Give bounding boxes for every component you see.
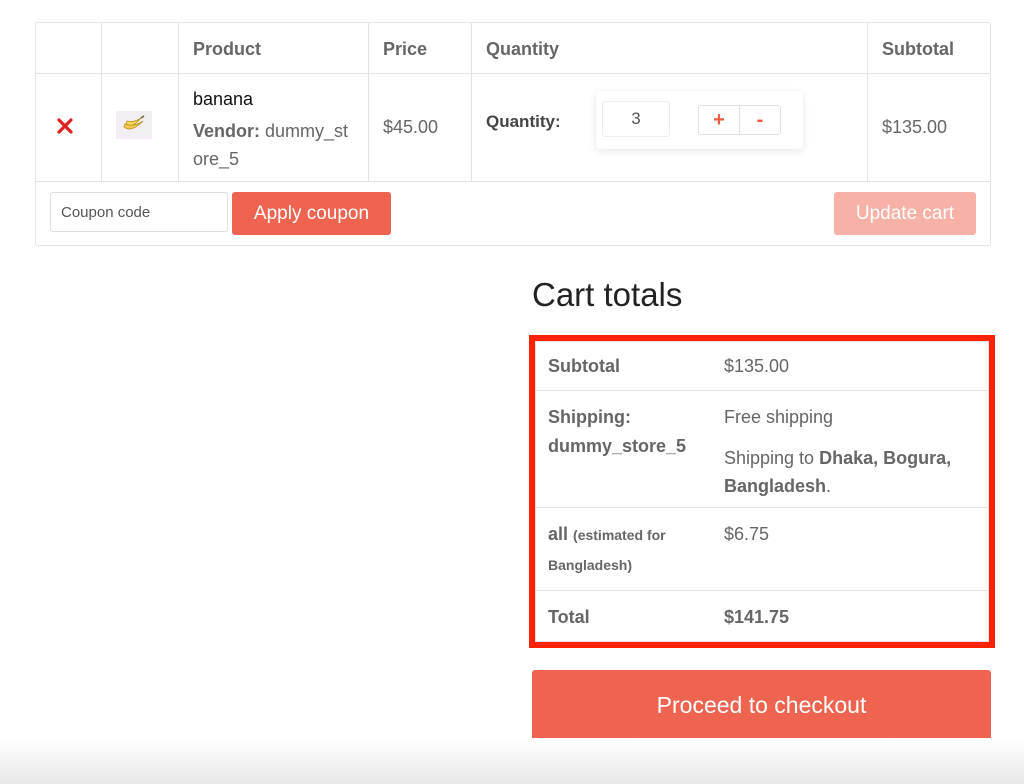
column-divider — [101, 23, 102, 181]
column-divider — [867, 23, 868, 181]
quantity-input[interactable]: 3 — [602, 101, 670, 137]
subtotal-label: Subtotal — [548, 356, 620, 376]
row-divider — [536, 507, 988, 508]
product-price: $45.00 — [383, 117, 439, 137]
shipping-vendor: dummy_store_5 — [548, 436, 687, 456]
bottom-edge-shadow — [0, 738, 1024, 784]
tax-note-country: Bangladesh) — [548, 557, 633, 573]
row-divider — [36, 181, 990, 182]
shipping-method: Free shipping — [724, 407, 834, 427]
product-vendor: Vendor: dummy_store_5 — [193, 117, 358, 173]
header-price: Price — [383, 39, 428, 59]
proceed-to-checkout-button[interactable]: Proceed to checkout — [532, 670, 991, 740]
product-name-link[interactable]: banana — [193, 89, 253, 110]
shipping-to-suffix: . — [826, 476, 832, 496]
vendor-label: Vendor: — [193, 121, 261, 141]
banana-icon[interactable] — [116, 111, 152, 139]
coupon-code-input[interactable]: Coupon code — [50, 192, 228, 232]
quantity-minus-button[interactable]: - — [739, 105, 781, 135]
column-divider — [178, 23, 179, 181]
header-product: Product — [193, 39, 262, 59]
row-divider — [536, 590, 988, 591]
remove-item-icon[interactable] — [56, 117, 74, 135]
tax-label: all (estimated for — [548, 524, 666, 545]
row-divider — [36, 73, 990, 74]
update-cart-button[interactable]: Update cart — [834, 192, 976, 235]
tax-name: all — [548, 524, 569, 544]
shipping-country: Bangladesh — [724, 476, 827, 496]
tax-value: $6.75 — [724, 524, 770, 544]
quantity-stepper: 3 + - — [596, 91, 803, 149]
shipping-place: Dhaka, Bogura, — [819, 448, 952, 468]
shipping-label: Shipping: — [548, 407, 631, 427]
quantity-plus-button[interactable]: + — [698, 105, 740, 135]
header-subtotal: Subtotal — [882, 39, 954, 59]
shipping-destination: Shipping to Dhaka, Bogura, Bangladesh. — [724, 444, 974, 500]
cart-table: Product Price Quantity Subtotal banana V… — [35, 22, 991, 246]
shipping-to-prefix: Shipping to — [724, 448, 820, 468]
row-divider — [536, 390, 988, 391]
column-divider — [368, 23, 369, 181]
total-label: Total — [548, 607, 590, 627]
tax-note: (estimated for — [573, 527, 666, 543]
apply-coupon-button[interactable]: Apply coupon — [232, 192, 391, 235]
total-value: $141.75 — [724, 607, 790, 627]
line-subtotal: $135.00 — [882, 117, 948, 137]
column-divider — [471, 23, 472, 181]
quantity-label: Quantity: — [486, 112, 561, 131]
cart-totals-title: Cart totals — [532, 276, 683, 313]
header-quantity: Quantity — [486, 39, 560, 59]
subtotal-value: $135.00 — [724, 356, 790, 376]
